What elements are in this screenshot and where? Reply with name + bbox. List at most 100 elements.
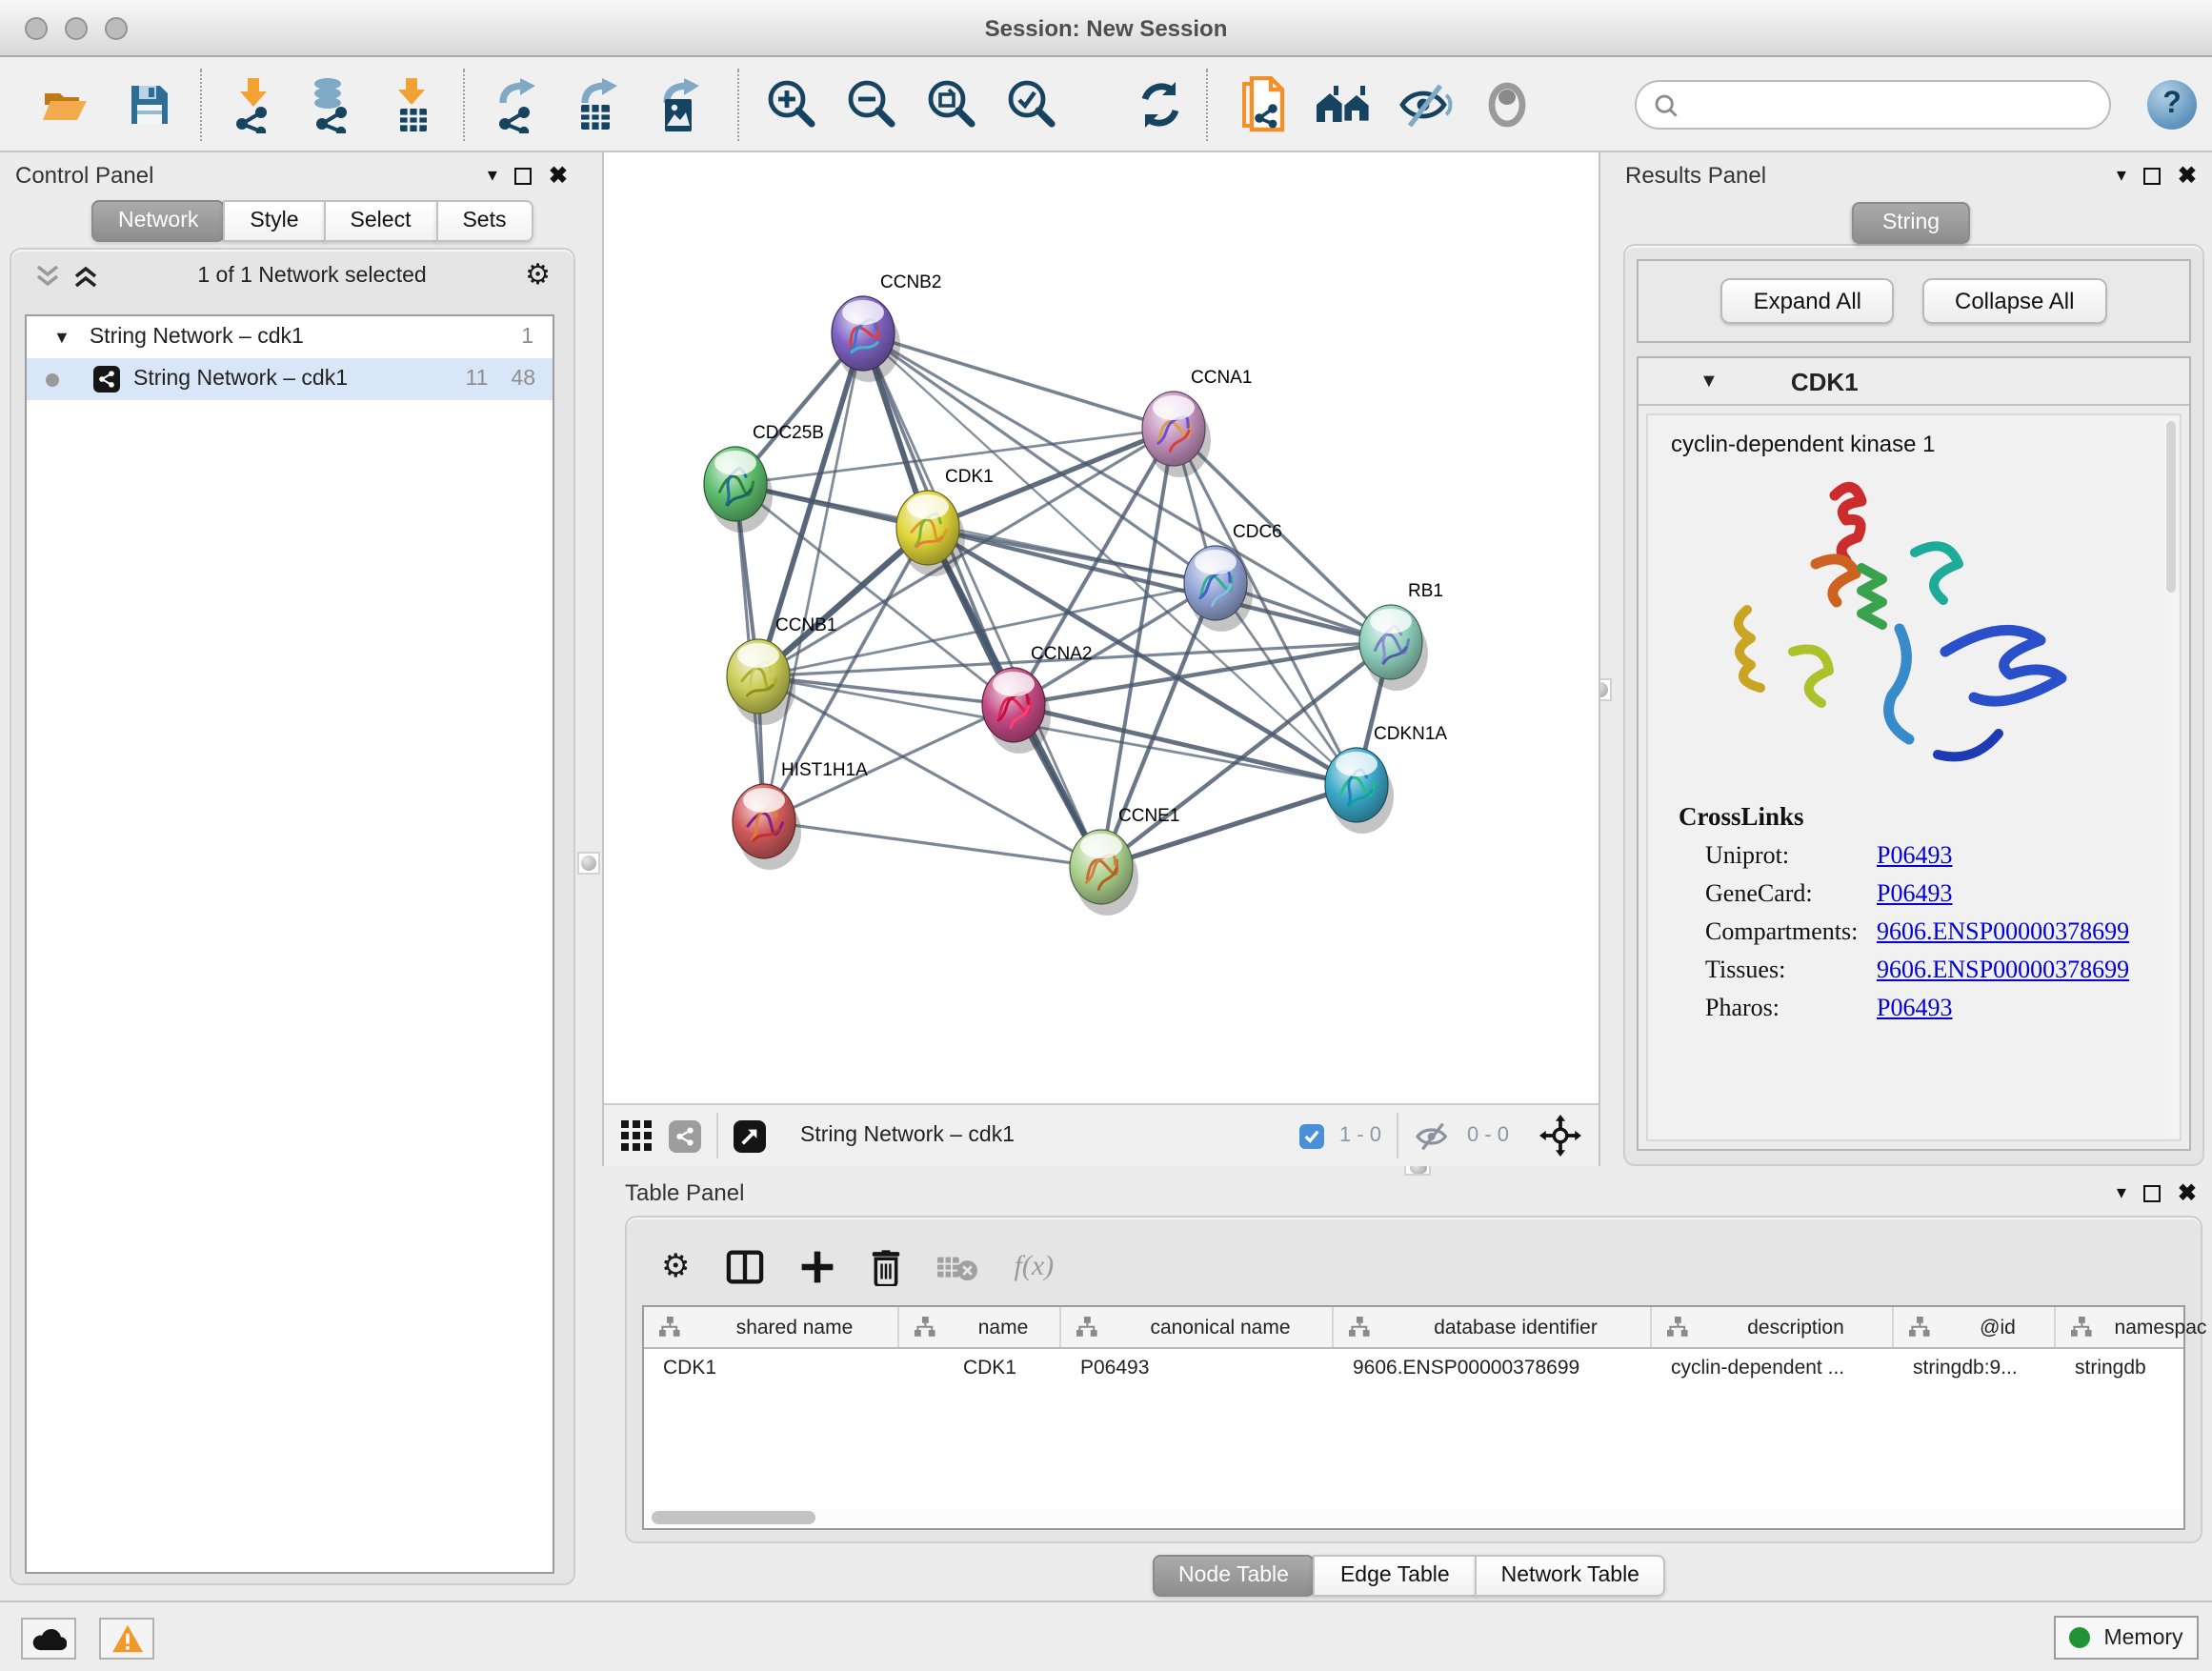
panel-menu-icon[interactable]: ▾ <box>488 165 497 186</box>
node-RB1[interactable] <box>1359 605 1428 691</box>
table-horizontal-scrollbar[interactable] <box>646 1509 2182 1526</box>
cell-namespac[interactable]: stringdb <box>2056 1349 2212 1391</box>
panel-menu-icon[interactable]: ▾ <box>2117 1182 2126 1203</box>
hide-selected-button[interactable] <box>1393 69 1458 141</box>
tab-string[interactable]: String <box>1852 202 1970 244</box>
network-view-icon[interactable] <box>669 1119 701 1152</box>
column-header-canonical-name[interactable]: canonical name <box>1061 1307 1334 1347</box>
cell-canonical-name[interactable]: P06493 <box>1061 1349 1334 1391</box>
column-header-database-identifier[interactable]: database identifier <box>1334 1307 1652 1347</box>
cell--id[interactable]: stringdb:9... <box>1894 1349 2056 1391</box>
column-header-name[interactable]: name <box>899 1307 1061 1347</box>
node-HIST1H1A[interactable] <box>733 784 801 870</box>
show-all-views-button[interactable] <box>1311 69 1376 141</box>
minimize-window-button[interactable] <box>65 17 88 40</box>
close-panel-icon[interactable]: ✖ <box>2178 1183 2197 1202</box>
gene-section-header[interactable]: ▼ CDK1 <box>1639 358 2189 406</box>
edge-CCNA2-CDKN1A[interactable] <box>1014 705 1357 785</box>
birds-eye-view-icon[interactable] <box>734 1119 766 1152</box>
zoom-selected-button[interactable] <box>998 69 1063 141</box>
column-header-namespac[interactable]: namespac <box>2056 1307 2212 1347</box>
column-header-description[interactable]: description <box>1652 1307 1894 1347</box>
tab-edge-table[interactable]: Edge Table <box>1314 1555 1477 1597</box>
close-window-button[interactable] <box>25 17 48 40</box>
section-expanded-icon[interactable]: ▼ <box>1699 371 1719 392</box>
export-table-button[interactable] <box>566 69 631 141</box>
export-network-button[interactable] <box>488 69 553 141</box>
edge-CDKN1A-CCNE1[interactable] <box>1101 785 1357 867</box>
warning-button[interactable] <box>99 1618 154 1660</box>
search-input[interactable] <box>1690 93 2092 116</box>
crosslink-link[interactable]: 9606.ENSP00000378699 <box>1877 955 2129 985</box>
show-hidden-button[interactable] <box>1475 69 1539 141</box>
create-column-plus-icon[interactable] <box>801 1250 835 1284</box>
network-options-gear-icon[interactable]: ⚙ <box>525 263 551 290</box>
tab-select[interactable]: Select <box>324 200 438 242</box>
delete-column-trash-icon[interactable] <box>872 1249 902 1285</box>
edge-CCNB2-CCNA1[interactable] <box>863 333 1174 429</box>
expand-all-icon[interactable] <box>72 263 99 290</box>
results-scrollbar[interactable] <box>2164 417 2178 1137</box>
left-splitter-handle[interactable] <box>577 852 600 875</box>
selected-checkbox-icon[interactable] <box>1299 1123 1324 1148</box>
export-image-button[interactable] <box>648 69 713 141</box>
expand-all-button[interactable]: Expand All <box>1721 278 1894 324</box>
zoom-fit-button[interactable] <box>918 69 983 141</box>
node-CDKN1A[interactable] <box>1325 748 1394 834</box>
crosslink-link[interactable]: P06493 <box>1877 840 1952 871</box>
close-panel-icon[interactable]: ✖ <box>2178 166 2197 185</box>
float-panel-icon[interactable] <box>2143 167 2161 184</box>
zoom-out-button[interactable] <box>838 69 903 141</box>
help-button[interactable]: ? <box>2147 80 2197 130</box>
refresh-button[interactable] <box>1128 69 1193 141</box>
cell-description[interactable]: cyclin-dependent ... <box>1652 1349 1894 1391</box>
grid-view-icon[interactable] <box>621 1119 654 1152</box>
import-network-button[interactable] <box>223 69 288 141</box>
cloud-button[interactable] <box>21 1618 76 1660</box>
search-box[interactable] <box>1635 80 2111 130</box>
cell-name[interactable]: CDK1 <box>899 1349 1061 1391</box>
import-network-from-database-button[interactable] <box>301 69 366 141</box>
tab-network-table[interactable]: Network Table <box>1475 1555 1666 1597</box>
close-panel-icon[interactable]: ✖ <box>549 166 568 185</box>
save-session-button[interactable] <box>116 69 181 141</box>
cell-shared-name[interactable]: CDK1 <box>644 1349 899 1391</box>
network-collection-row[interactable]: ▼ String Network – cdk1 1 <box>27 316 553 358</box>
open-session-button[interactable] <box>30 69 95 141</box>
float-panel-icon[interactable] <box>514 167 532 184</box>
crosslink-link[interactable]: P06493 <box>1877 993 1952 1023</box>
fit-content-crosshair-icon[interactable] <box>1539 1115 1581 1157</box>
collection-expanded-icon[interactable]: ▼ <box>53 328 70 347</box>
edge-HIST1H1A-CCNE1[interactable] <box>764 821 1101 867</box>
node-CDC6[interactable] <box>1184 546 1253 632</box>
tab-style[interactable]: Style <box>223 200 325 242</box>
edge-CCNB2-HIST1H1A[interactable] <box>764 333 863 821</box>
network-row[interactable]: String Network – cdk1 11 48 <box>27 358 553 400</box>
string-document-button[interactable] <box>1231 69 1296 141</box>
tab-network[interactable]: Network <box>91 200 225 242</box>
crosslink-link[interactable]: P06493 <box>1877 878 1952 909</box>
show-columns-icon[interactable] <box>727 1250 765 1284</box>
tab-node-table[interactable]: Node Table <box>1152 1555 1316 1597</box>
collapse-all-icon[interactable] <box>34 263 61 290</box>
edge-CCNB2-CCNE1[interactable] <box>863 333 1101 867</box>
node-CCNA2[interactable] <box>982 668 1051 754</box>
node-CDC25B[interactable] <box>704 447 773 533</box>
node-CCNB2[interactable] <box>832 296 900 382</box>
collapse-all-button[interactable]: Collapse All <box>1922 278 2106 324</box>
tab-sets[interactable]: Sets <box>435 200 533 242</box>
panel-menu-icon[interactable]: ▾ <box>2117 165 2126 186</box>
table-row[interactable]: CDK1CDK1P064939606.ENSP00000378699cyclin… <box>644 1349 2183 1391</box>
memory-button[interactable]: Memory <box>2054 1616 2199 1660</box>
crosslink-link[interactable]: 9606.ENSP00000378699 <box>1877 916 2129 947</box>
import-table-button[interactable] <box>381 69 446 141</box>
maximize-window-button[interactable] <box>105 17 128 40</box>
edge-CCNB2-RB1[interactable] <box>863 333 1391 642</box>
table-options-gear-icon[interactable]: ⚙ <box>661 1254 691 1280</box>
node-CCNE1[interactable] <box>1070 830 1138 916</box>
cell-database-identifier[interactable]: 9606.ENSP00000378699 <box>1334 1349 1652 1391</box>
column-header-shared-name[interactable]: shared name <box>644 1307 899 1347</box>
network-canvas[interactable]: CCNB2CCNA1CDC25BCDK1CDC6RB1CCNB1CCNA2CDK… <box>604 152 1599 1103</box>
zoom-in-button[interactable] <box>758 69 823 141</box>
float-panel-icon[interactable] <box>2143 1184 2161 1201</box>
